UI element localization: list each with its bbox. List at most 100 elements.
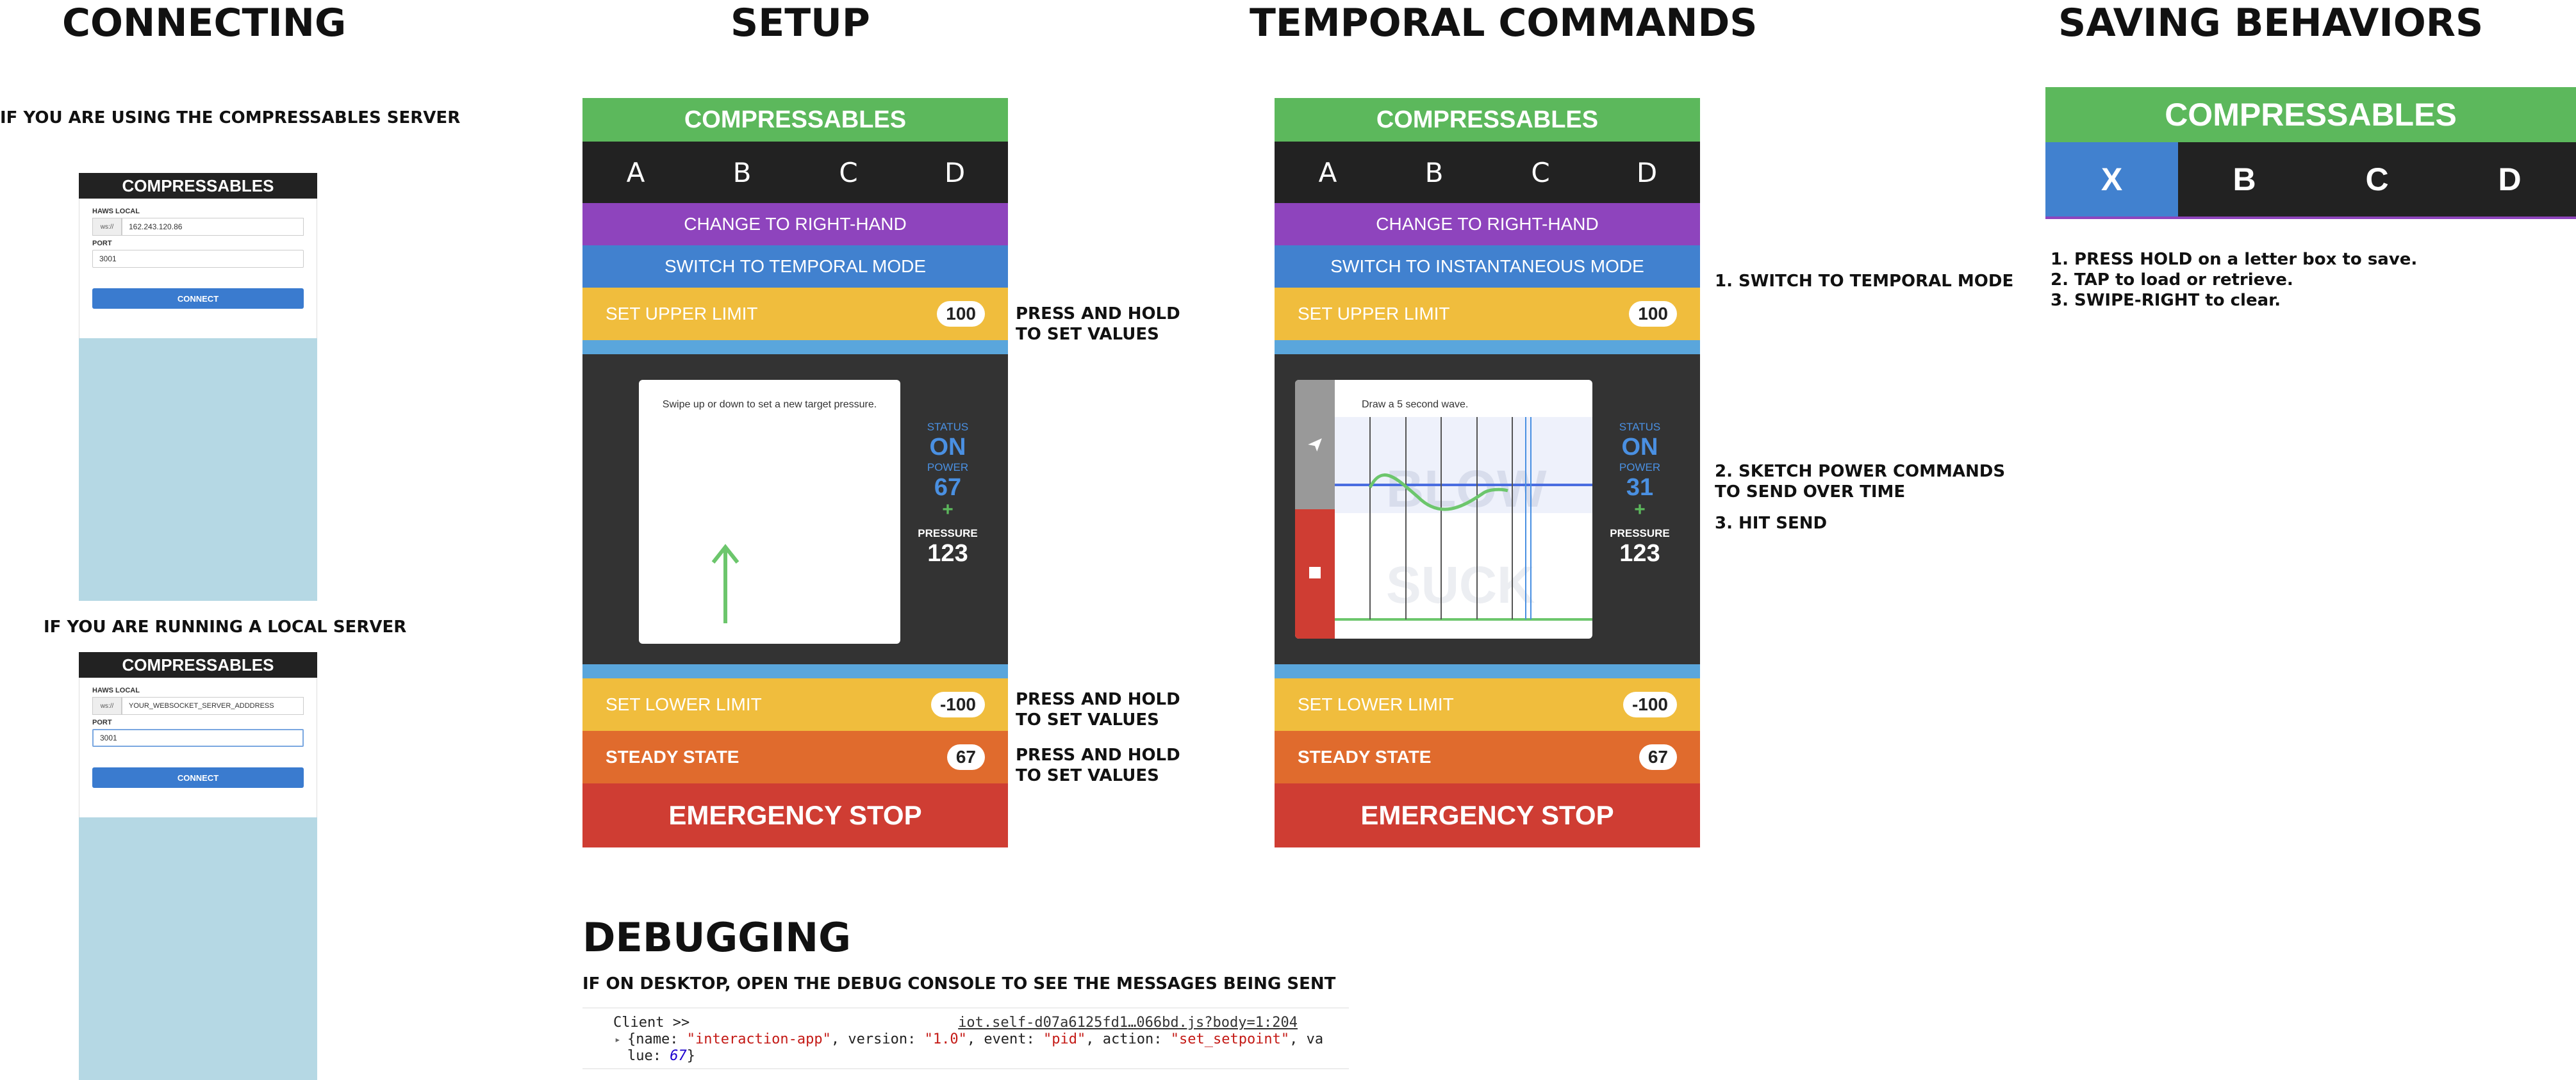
steady-state-value: 67 [1639, 744, 1677, 770]
note-steady: PRESS AND HOLD TO SET VALUES [1016, 746, 1180, 785]
pressure-value: 123 [1619, 540, 1660, 567]
send-icon [1308, 438, 1322, 452]
swipe-pad[interactable]: Swipe up or down to set a new target pre… [639, 380, 900, 644]
sketch-instruction: Draw a 5 second wave. [1362, 399, 1469, 410]
temporal-app: COMPRESSABLES A B C D CHANGE TO RIGHT-HA… [1275, 98, 1700, 847]
letter-box-b[interactable]: B [1381, 142, 1487, 203]
send-button[interactable] [1295, 380, 1335, 509]
letter-box-c[interactable]: C [1487, 142, 1594, 203]
plus-icon: + [1634, 499, 1646, 520]
letter-box-d[interactable]: D [1594, 142, 1700, 203]
status-value: ON [1621, 434, 1658, 461]
connect-button[interactable]: CONNECT [92, 288, 304, 309]
source-link[interactable]: iot.self-d07a6125fd1…066bd.js?body=1:204 [958, 1015, 1298, 1031]
letter-box-d[interactable]: D [2443, 142, 2576, 217]
lower-limit-row[interactable]: SET LOWER LIMIT -100 [1275, 678, 1700, 731]
letter-box-c[interactable]: C [2311, 142, 2443, 217]
separator [582, 340, 1008, 354]
emergency-stop-button[interactable]: EMERGENCY STOP [1275, 783, 1700, 847]
steady-state-label: STEADY STATE [606, 747, 739, 767]
console-text: {name: [627, 1031, 687, 1047]
console-string: "set_setpoint" [1170, 1031, 1290, 1047]
temporal-step-2: 2. SKETCH POWER COMMANDS TO SEND OVER TI… [1715, 462, 2006, 502]
power-label: POWER [1619, 461, 1661, 473]
saving-heading: SAVING BEHAVIORS [2058, 1, 2484, 45]
steady-state-label: STEADY STATE [1298, 747, 1432, 767]
upper-limit-value: 100 [937, 301, 985, 327]
status-readout: STATUS ON POWER 31 + PRESSURE 123 [1601, 421, 1678, 568]
letter-box-b[interactable]: B [2178, 142, 2311, 217]
app-title: COMPRESSABLES [582, 98, 1008, 142]
port-input[interactable]: 3001 [92, 250, 304, 268]
saving-app: COMPRESSABLES X B C D [2045, 87, 2576, 219]
lower-limit-row[interactable]: SET LOWER LIMIT -100 [582, 678, 1008, 731]
console-divider [582, 1068, 1349, 1069]
debugging-heading: DEBUGGING [582, 914, 852, 961]
letter-box-b[interactable]: B [689, 142, 795, 203]
phone-server: COMPRESSABLES HAWS LOCAL ws:// 162.243.1… [79, 173, 317, 601]
change-hand-button[interactable]: CHANGE TO RIGHT-HAND [582, 203, 1008, 245]
pressure-label: PRESSURE [1610, 527, 1670, 539]
haws-label: HAWS LOCAL [92, 687, 140, 694]
letter-boxes: A B C D [1275, 142, 1700, 203]
lower-limit-value: -100 [1622, 692, 1677, 717]
upper-limit-label: SET UPPER LIMIT [606, 304, 758, 323]
phone-title: COMPRESSABLES [79, 173, 317, 199]
connecting-heading: CONNECTING [62, 1, 347, 45]
upper-limit-row[interactable]: SET UPPER LIMIT 100 [582, 288, 1008, 340]
separator [582, 664, 1008, 678]
stop-sketch-button[interactable] [1295, 509, 1335, 639]
app-title: COMPRESSABLES [2045, 87, 2576, 142]
power-value: 67 [934, 474, 962, 501]
letter-box-d[interactable]: D [902, 142, 1008, 203]
wave-sketch-pad[interactable]: Draw a 5 second wave. BLOW SUCK [1295, 380, 1592, 639]
change-hand-button[interactable]: CHANGE TO RIGHT-HAND [1275, 203, 1700, 245]
letter-box-a[interactable]: A [582, 142, 689, 203]
setup-heading: SETUP [731, 1, 870, 45]
power-label: POWER [927, 461, 969, 473]
steady-state-row[interactable]: STEADY STATE 67 [1275, 731, 1700, 783]
temporal-step-3: 3. HIT SEND [1715, 514, 1828, 533]
upper-limit-row[interactable]: SET UPPER LIMIT 100 [1275, 288, 1700, 340]
mode-switch-button[interactable]: SWITCH TO TEMPORAL MODE [582, 245, 1008, 288]
console-text: , action: [1086, 1031, 1171, 1047]
expand-triangle-icon[interactable]: ▸ [615, 1031, 621, 1048]
ws-addon: ws:// [92, 218, 122, 236]
local-note: IF YOU ARE RUNNING A LOCAL SERVER [44, 618, 407, 637]
console-text: lue: [627, 1048, 670, 1064]
emergency-stop-button[interactable]: EMERGENCY STOP [582, 783, 1008, 847]
control-panel: Swipe up or down to set a new target pre… [582, 354, 1008, 664]
letter-box-x[interactable]: X [2045, 142, 2178, 217]
letter-box-a[interactable]: A [1275, 142, 1381, 203]
note-lower: PRESS AND HOLD TO SET VALUES [1016, 690, 1180, 730]
lower-limit-label: SET LOWER LIMIT [1298, 694, 1454, 714]
arrow-up-icon [711, 544, 739, 623]
letter-box-c[interactable]: C [795, 142, 902, 203]
console-text: , va [1289, 1031, 1324, 1047]
host-input[interactable]: YOUR_WEBSOCKET_SERVER_ADDDRESS [122, 697, 304, 715]
port-input[interactable]: 3001 [92, 729, 304, 747]
saving-steps: 1. PRESS HOLD on a letter box to save. 2… [2051, 249, 2417, 311]
upper-limit-label: SET UPPER LIMIT [1298, 304, 1450, 323]
temporal-heading: TEMPORAL COMMANDS [1250, 1, 1758, 45]
console-text: , version: [830, 1031, 925, 1047]
phone-local: COMPRESSABLES HAWS LOCAL ws:// YOUR_WEBS… [79, 652, 317, 1080]
console-text: , event: [966, 1031, 1044, 1047]
lower-limit-value: -100 [930, 692, 985, 717]
separator [1275, 664, 1700, 678]
steady-state-value: 67 [946, 744, 985, 770]
status-value: ON [929, 434, 966, 461]
client-prefix: Client >> [613, 1015, 690, 1031]
connect-button[interactable]: CONNECT [92, 767, 304, 788]
haws-label: HAWS LOCAL [92, 208, 140, 215]
console-string: "interaction-app" [686, 1031, 831, 1047]
mode-switch-button[interactable]: SWITCH TO INSTANTANEOUS MODE [1275, 245, 1700, 288]
pressure-value: 123 [927, 540, 968, 567]
server-note: IF YOU ARE USING THE COMPRESSABLES SERVE… [0, 108, 461, 127]
port-label: PORT [92, 240, 112, 247]
control-panel: Draw a 5 second wave. BLOW SUCK STATUS O… [1275, 354, 1700, 664]
debug-console: Client >> iot.self-d07a6125fd1…066bd.js?… [613, 1015, 1349, 1065]
host-input[interactable]: 162.243.120.86 [122, 218, 304, 236]
debug-note: IF ON DESKTOP, OPEN THE DEBUG CONSOLE TO… [582, 974, 1336, 994]
steady-state-row[interactable]: STEADY STATE 67 [582, 731, 1008, 783]
